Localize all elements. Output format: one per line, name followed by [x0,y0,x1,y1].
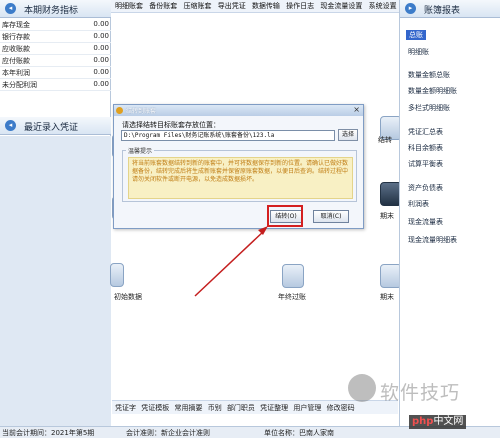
menu-item-backup[interactable]: 备份账套 [149,0,177,12]
finance-row-value: 0.00 [93,68,109,76]
report-subject-balance[interactable]: 科目余额表 [408,143,443,153]
year-end-posting-icon[interactable] [282,264,304,288]
dialog-titlebar[interactable]: 结转到账套 × [114,105,363,116]
status-unit: 单位名称：巴南人家南 [264,429,334,437]
status-standard: 会计准则：新企业会计准则 [126,429,210,437]
finance-indicators-header[interactable]: ◂ 本期财务指标 [0,0,111,18]
finance-row: 本年利润 0.00 [0,67,111,79]
report-trial-balance[interactable]: 试算平衡表 [408,159,443,169]
watermark-badge-cn: 中文网 [433,416,464,427]
finance-row-name: 未分配利润 [2,81,37,89]
collapse-icon[interactable]: ◂ [5,3,16,14]
finance-row-value: 0.00 [93,56,109,64]
finance-row: 应收账款 0.00 [0,43,111,55]
report-general-ledger[interactable]: 总账 [406,30,426,40]
path-label: 请选择结转目标账套存放位置： [122,121,220,129]
finance-row-name: 银行存款 [2,33,30,41]
flow-label-period-end: 期末 [380,212,394,220]
report-detail-ledger[interactable]: 明细账 [408,47,429,57]
menu-item-data-transfer[interactable]: 数据传输 [252,0,280,12]
watermark-badge-php: php [412,416,434,427]
watermark-logo-icon [348,374,376,402]
finance-indicators-title: 本期财务指标 [24,6,79,16]
app-icon [116,107,123,114]
menu-item-system-settings[interactable]: 系统设置 [369,0,397,12]
report-income[interactable]: 利润表 [408,199,429,209]
collapse-icon[interactable]: ◂ [5,120,16,131]
tip-group-title: 温馨提示 [126,146,155,155]
flow-label-year-end: 年终过账 [278,293,306,301]
flow-label-period-end-2: 期末 [380,293,394,301]
report-cashflow-detail[interactable]: 现金流量明细表 [408,235,457,245]
report-cashflow[interactable]: 现金流量表 [408,217,443,227]
finance-row-value: 0.00 [93,20,109,28]
finance-row: 库存现金 0.00 [0,19,111,31]
top-menu-bar: 明细账套 备份账套 压缩账套 导出凭证 数据传输 操作日志 现金流量设置 系统设… [111,0,399,13]
choose-button[interactable]: 选择 [338,129,358,141]
finance-row: 应付账款 0.00 [0,55,111,67]
reports-header[interactable]: ▸ 账簿报表 [400,0,500,18]
flow-label-initial-data: 初始数据 [114,293,142,301]
recent-vouchers-title: 最近录入凭证 [24,123,79,133]
flow-label-carry-forward: 结转 [378,136,392,144]
left-panel: ◂ 本期财务指标 库存现金 0.00 银行存款 0.00 应收账款 0.00 应… [0,0,111,426]
collapse-icon[interactable]: ▸ [405,3,416,14]
tab-department-staff[interactable]: 部门职员 [227,401,255,414]
menu-item-detail-account[interactable]: 明细账套 [115,0,143,12]
finance-row-name: 应付账款 [2,57,30,65]
cancel-button[interactable]: 取消(C) [313,210,349,223]
reports-title: 账簿报表 [424,6,461,16]
report-qty-detail[interactable]: 数量金额明细账 [408,86,457,96]
highlight-box [267,205,303,227]
tab-change-password[interactable]: 修改密码 [327,401,355,414]
tab-currency[interactable]: 币别 [208,401,222,414]
report-balance-sheet[interactable]: 资产负债表 [408,183,443,193]
watermark-text: 软件技巧 [380,382,461,404]
tab-voucher-word[interactable]: 凭证字 [115,401,136,414]
carry-forward-dialog: 结转到账套 × 请选择结转目标账套存放位置： D:\Program Files\… [113,104,364,229]
right-panel: ▸ 账簿报表 总账 明细账 数量金额总账 数量金额明细账 多栏式明细账 凭证汇总… [399,0,500,426]
menu-item-cashflow-settings[interactable]: 现金流量设置 [320,0,362,12]
tab-user-management[interactable]: 用户管理 [293,401,321,414]
report-voucher-summary[interactable]: 凭证汇总表 [408,127,443,137]
finance-row-name: 库存现金 [2,21,30,29]
recent-vouchers-header[interactable]: ◂ 最近录入凭证 [0,117,111,135]
path-input[interactable]: D:\Program Files\财务记账系统\账套备份\123.la [121,130,335,141]
finance-row-value: 0.00 [93,44,109,52]
warning-text: 将当前账套数据结转到新的账套中，并可将数据保存到新的位置。请确认已做好数据备份，… [128,157,353,199]
report-qty-general[interactable]: 数量金额总账 [408,70,450,80]
tab-common-summary[interactable]: 常用摘要 [174,401,202,414]
finance-row: 未分配利润 0.00 [0,79,111,91]
close-icon[interactable]: × [353,105,360,114]
menu-item-export-voucher[interactable]: 导出凭证 [218,0,246,12]
recent-vouchers-list [0,136,111,426]
menu-item-compress[interactable]: 压缩账套 [183,0,211,12]
initial-data-icon[interactable] [110,263,124,287]
tab-voucher-template[interactable]: 凭证模板 [141,401,169,414]
menu-item-operation-log[interactable]: 操作日志 [286,0,314,12]
finance-row: 银行存款 0.00 [0,31,111,43]
dialog-title: 结转到账套 [126,108,157,115]
finance-row-value: 0.00 [93,80,109,88]
status-period: 当前会计期间：2021年第5期 [2,429,95,437]
finance-row-name: 应收账款 [2,45,30,53]
watermark-badge: php中文网 [409,415,467,429]
finance-row-name: 本年利润 [2,69,30,77]
tab-voucher-tidy[interactable]: 凭证整理 [260,401,288,414]
report-multicolumn[interactable]: 多栏式明细账 [408,103,450,113]
finance-row-value: 0.00 [93,32,109,40]
bottom-toolbar: 凭证字 凭证模板 常用摘要 币别 部门职员 凭证整理 用户管理 修改密码 [112,400,398,414]
